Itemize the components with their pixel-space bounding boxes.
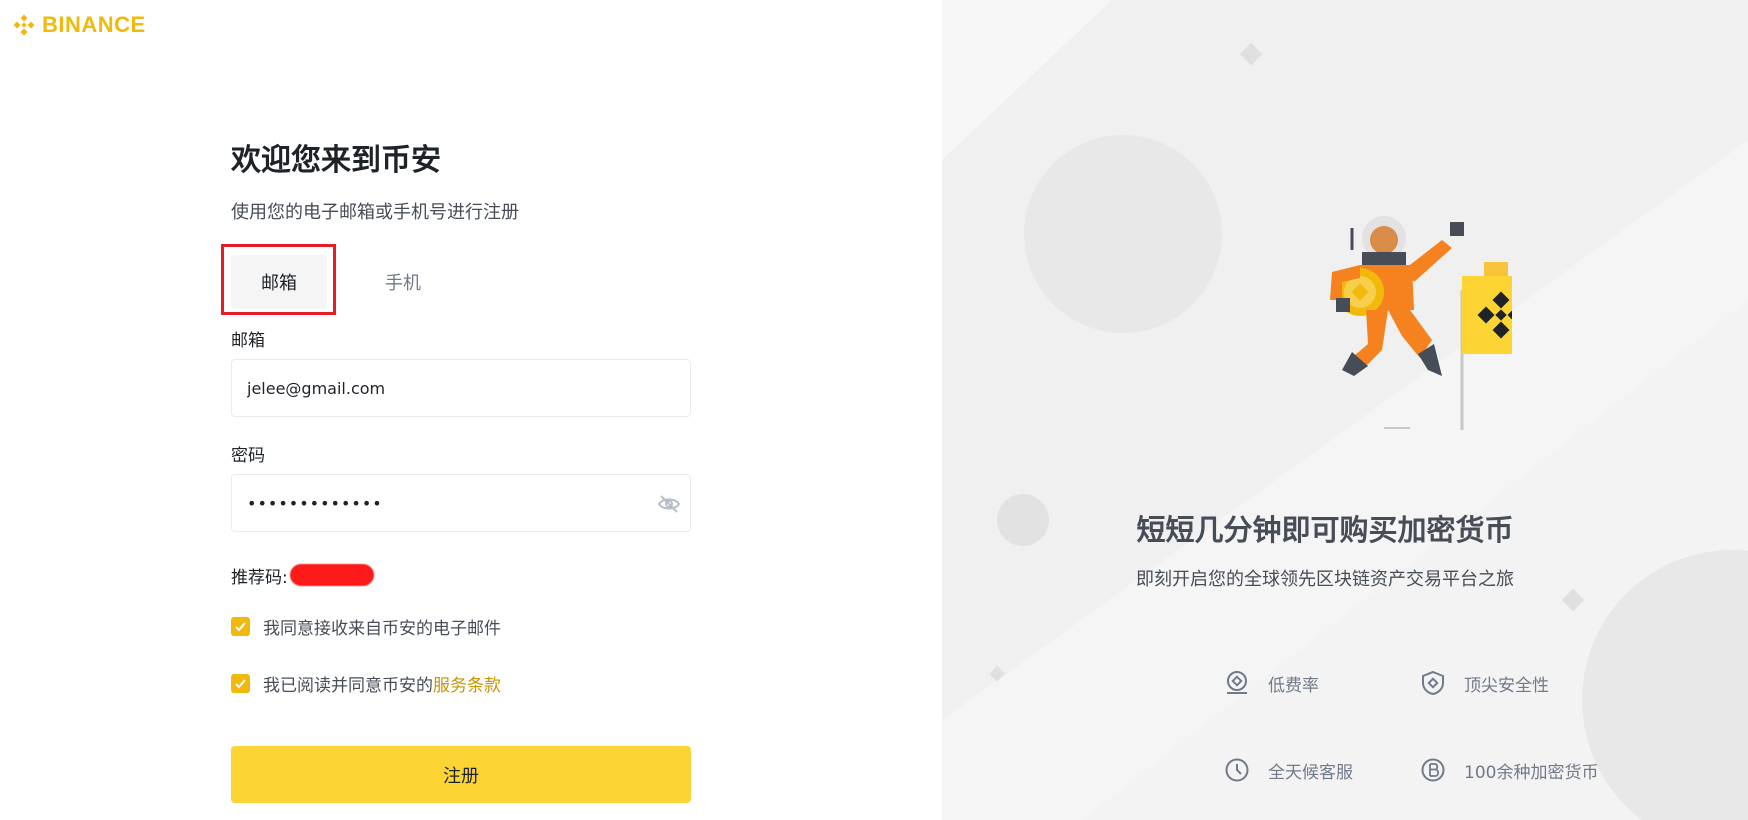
tab-phone[interactable]: 手机 xyxy=(355,255,451,309)
terms-checkbox[interactable]: 我已阅读并同意币安的 服务条款 xyxy=(231,671,691,696)
terms-text: 我已阅读并同意币安的 xyxy=(263,676,433,696)
register-button[interactable]: 注册 xyxy=(231,746,691,803)
email-consent-text: 我同意接收来自币安的电子邮件 xyxy=(263,619,501,639)
promo-panel: 短短几分钟即可购买加密货币 即刻开启您的全球领先区块链资产交易平台之旅 低费率 … xyxy=(942,0,1748,820)
email-field[interactable] xyxy=(247,378,675,398)
feature-support: 全天候客服 xyxy=(1224,757,1353,783)
brand-name: BINANCE xyxy=(42,12,146,37)
referral-redaction xyxy=(289,564,374,586)
feature-low-fee: 低费率 xyxy=(1224,670,1319,696)
brand-logo[interactable]: BINANCE xyxy=(10,11,146,39)
promo-title: 短短几分钟即可购买加密货币 xyxy=(942,507,1748,549)
feature-low-fee-label: 低费率 xyxy=(1268,675,1319,696)
binance-logo-icon xyxy=(13,14,35,36)
clock-icon xyxy=(1225,758,1249,782)
email-field-wrapper xyxy=(231,359,691,417)
password-field-wrapper xyxy=(231,474,691,532)
page-subtitle: 使用您的电子邮箱或手机号进行注册 xyxy=(231,202,519,223)
feature-support-label: 全天候客服 xyxy=(1268,762,1353,783)
signup-panel: BINANCE 欢迎您来到币安 使用您的电子邮箱或手机号进行注册 邮箱 手机 邮… xyxy=(0,0,942,820)
shield-icon xyxy=(1422,670,1444,696)
promo-subtitle-text: 即刻开启您的全球领先区块链资产交易平台之旅 xyxy=(1136,569,1514,590)
email-consent-checkbox[interactable]: 我同意接收来自币安的电子邮件 xyxy=(231,614,691,639)
checkbox-checked-icon[interactable] xyxy=(231,617,250,636)
promo-title-text: 短短几分钟即可购买加密货币 xyxy=(1136,513,1514,547)
signup-tabs: 邮箱 手机 xyxy=(221,244,691,315)
tab-email[interactable]: 邮箱 xyxy=(231,255,327,309)
signup-form: 欢迎您来到币安 使用您的电子邮箱或手机号进行注册 邮箱 手机 邮箱 密码 推荐码… xyxy=(221,140,691,803)
password-label: 密码 xyxy=(231,446,265,466)
feature-crypto: 100余种加密货币 xyxy=(1420,757,1598,783)
referral-row: 推荐码: xyxy=(231,562,691,588)
low-fee-icon xyxy=(1227,671,1247,694)
checkbox-checked-icon[interactable] xyxy=(231,674,250,693)
bitcoin-icon xyxy=(1421,758,1445,782)
eye-hidden-icon[interactable] xyxy=(656,492,682,516)
feature-security: 顶尖安全性 xyxy=(1420,670,1549,696)
referral-label: 推荐码: xyxy=(231,567,288,588)
feature-crypto-label: 100余种加密货币 xyxy=(1464,762,1599,783)
page-title: 欢迎您来到币安 xyxy=(231,143,441,178)
promo-subtitle: 即刻开启您的全球领先区块链资产交易平台之旅 xyxy=(942,565,1748,591)
feature-security-label: 顶尖安全性 xyxy=(1464,675,1549,696)
terms-link[interactable]: 服务条款 xyxy=(433,671,501,696)
astronaut-illustration xyxy=(1330,216,1512,430)
password-field[interactable] xyxy=(247,493,675,513)
email-label: 邮箱 xyxy=(231,331,265,351)
